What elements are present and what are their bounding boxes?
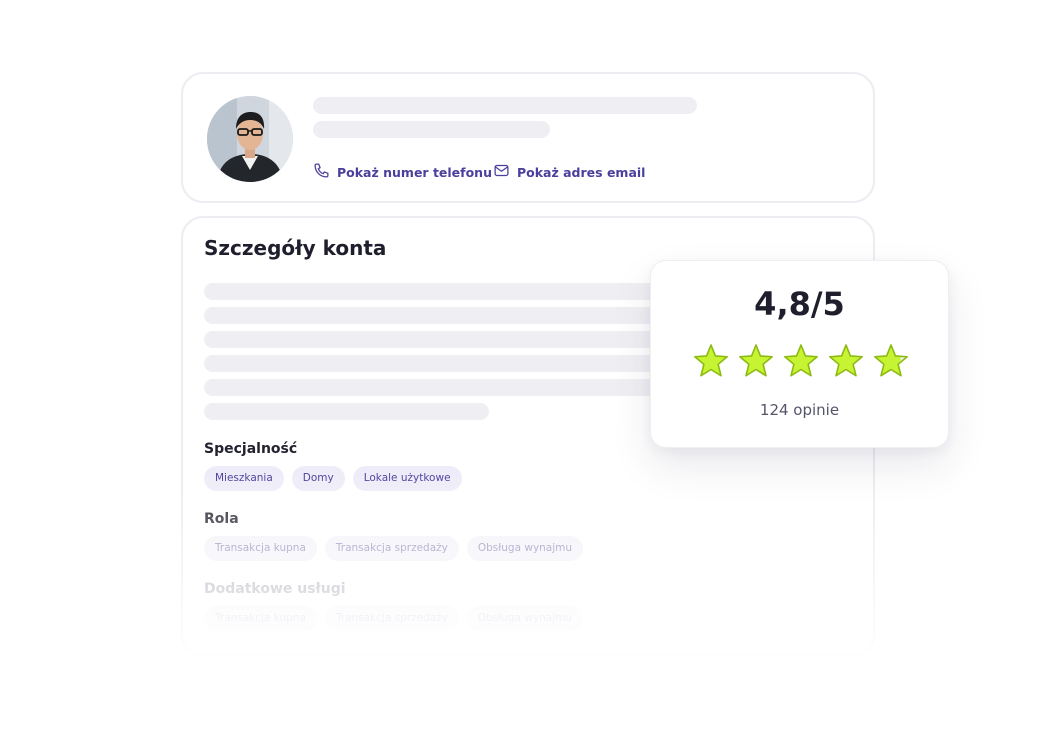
- star-icon: [694, 344, 728, 377]
- account-details-title: Szczegóły konta: [204, 236, 387, 260]
- text-placeholder-line: [204, 283, 674, 300]
- rating-stars: [694, 344, 908, 377]
- text-placeholder-line: [204, 403, 489, 420]
- profile-card: Pokaż numer telefonu Pokaż adres email: [181, 72, 875, 203]
- show-email-link[interactable]: Pokaż adres email: [493, 162, 645, 182]
- subtitle-placeholder: [313, 121, 550, 138]
- reviews-count: 124 opinie: [759, 401, 840, 419]
- rating-card: 4,8/5 124 opinie: [650, 260, 949, 448]
- star-icon: [739, 344, 773, 377]
- star-icon: [874, 344, 908, 377]
- role-chip-sale: Transakcja sprzedaży: [324, 536, 459, 561]
- role-label: Rola: [204, 511, 239, 527]
- role-chip-purchase: Transakcja kupna: [204, 536, 317, 561]
- mail-icon: [493, 162, 510, 182]
- show-email-label: Pokaż adres email: [517, 164, 646, 180]
- role-chips: Transakcja kupna Transakcja sprzedaży Ob…: [204, 536, 584, 561]
- phone-icon: [313, 162, 330, 182]
- specialty-chip-houses: Domy: [291, 466, 345, 491]
- service-chip-purchase: Transakcja kupna: [204, 606, 317, 631]
- service-chip-sale: Transakcja sprzedaży: [324, 606, 459, 631]
- rating-score: 4,8/5: [754, 285, 845, 323]
- star-icon: [829, 344, 863, 377]
- additional-services-label: Dodatkowe usługi: [204, 581, 346, 597]
- specialty-label: Specjalność: [204, 441, 298, 457]
- specialty-chips: Mieszkania Domy Lokale użytkowe: [204, 466, 462, 491]
- show-phone-link[interactable]: Pokaż numer telefonu: [313, 162, 492, 182]
- name-placeholder: [313, 97, 697, 114]
- additional-services-chips: Transakcja kupna Transakcja sprzedaży Ob…: [204, 606, 584, 631]
- specialty-chip-commercial: Lokale użytkowe: [352, 466, 462, 491]
- text-placeholder-line: [204, 307, 674, 324]
- avatar: [207, 96, 293, 182]
- star-icon: [784, 344, 818, 377]
- text-placeholder-line: [204, 331, 674, 348]
- service-chip-rental: Obsługa wynajmu: [466, 606, 584, 631]
- role-chip-rental: Obsługa wynajmu: [466, 536, 584, 561]
- specialty-chip-apartments: Mieszkania: [204, 466, 284, 491]
- show-phone-label: Pokaż numer telefonu: [337, 164, 492, 180]
- text-placeholder-line: [204, 355, 674, 372]
- text-placeholder-line: [204, 379, 674, 396]
